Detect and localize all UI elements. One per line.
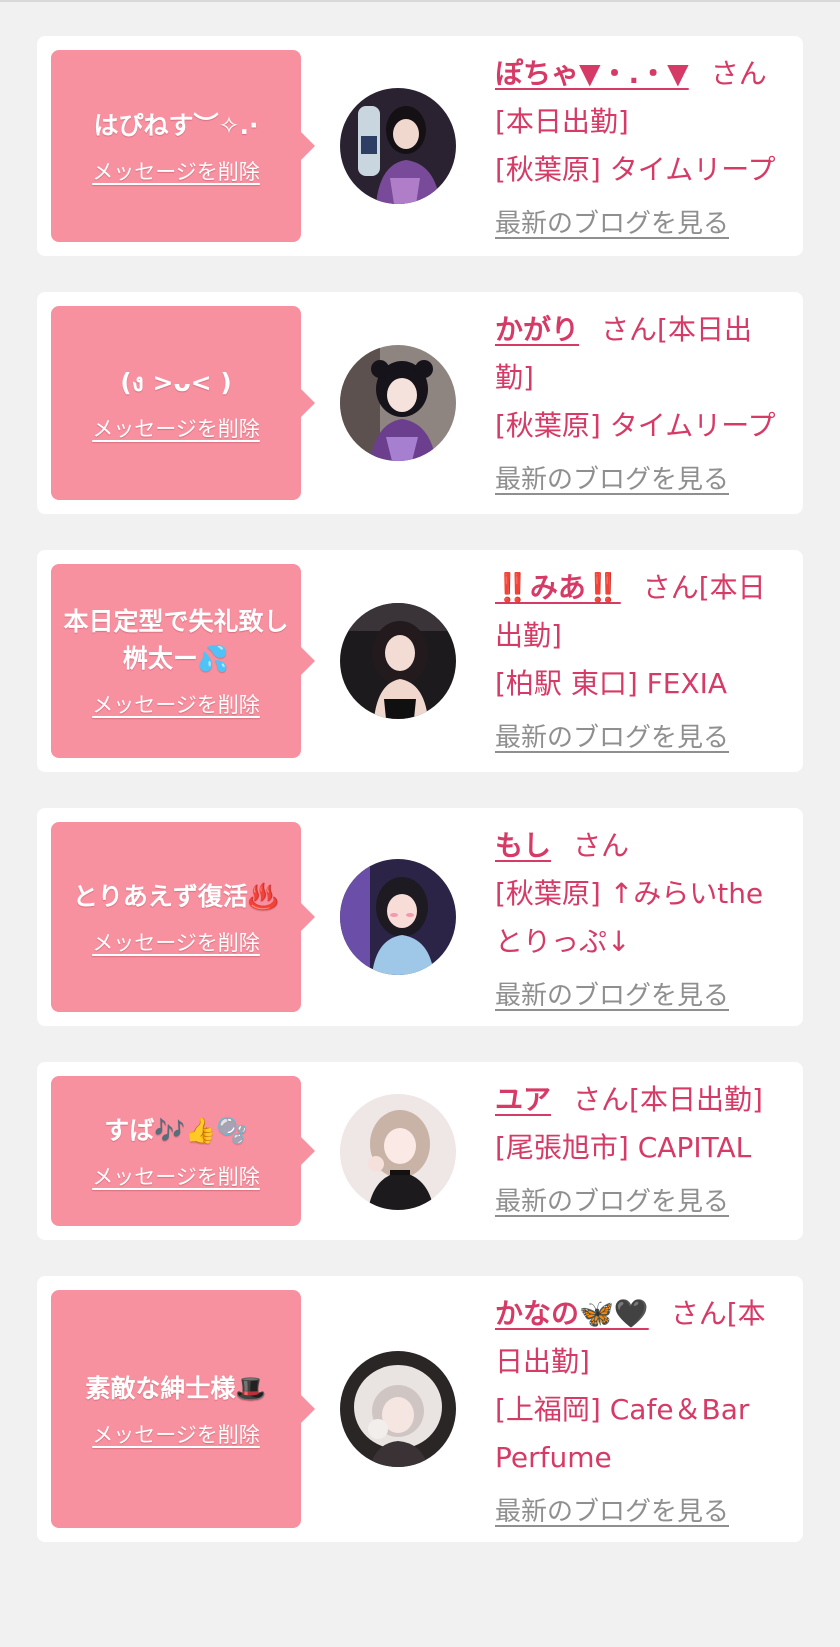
girl-info: もし さん [秋葉原] ↑みらいtheとりっぷ↓ 最新のブログを見る: [495, 822, 785, 1020]
honorific: さん: [573, 829, 630, 862]
message-text: すば🎶👍🫧: [104, 1115, 248, 1145]
message-bubble: (ง >ᴗ< ) メッセージを削除: [51, 306, 315, 500]
girl-name-link[interactable]: かなの🦋🖤: [495, 1297, 649, 1330]
shop-location: [柏駅 東口] FEXIA: [495, 667, 728, 700]
honorific: さん: [573, 1083, 630, 1116]
message-card: とりあえず復活♨️ メッセージを削除 もし さん [秋葉原] ↑みらいtheとりっ…: [37, 808, 803, 1026]
message-bubble: はぴねす︶✧.· メッセージを削除: [51, 50, 315, 242]
message-bubble: すば🎶👍🫧 メッセージを削除: [51, 1076, 315, 1226]
delete-message-link[interactable]: メッセージを削除: [92, 689, 260, 719]
shop-location: [秋葉原] ↑みらいtheとりっぷ↓: [495, 877, 764, 958]
attendance-status: [本日出勤]: [495, 105, 629, 138]
message-bubble: 素敵な紳士様🎩 メッセージを削除: [51, 1290, 315, 1528]
top-divider: [0, 0, 840, 2]
avatar[interactable]: [340, 88, 456, 204]
message-text: (ง >ᴗ< ): [120, 367, 232, 397]
message-bubble: 本日定型で失礼致し桝太ー💦 メッセージを削除: [51, 564, 315, 758]
avatar[interactable]: [340, 1094, 456, 1210]
attendance-status: [本日出勤]: [629, 1083, 763, 1116]
delete-message-link[interactable]: メッセージを削除: [92, 1419, 260, 1449]
honorific: さん: [710, 57, 767, 90]
delete-message-link[interactable]: メッセージを削除: [92, 156, 260, 186]
latest-blog-link[interactable]: 最新のブログを見る: [495, 200, 729, 248]
latest-blog-link[interactable]: 最新のブログを見る: [495, 714, 729, 762]
message-text: 本日定型で失礼致し桝太ー💦: [63, 607, 289, 673]
latest-blog-link[interactable]: 最新のブログを見る: [495, 972, 729, 1020]
message-card: 素敵な紳士様🎩 メッセージを削除 かなの🦋🖤 さん[本日出勤] [上福岡] Caf…: [37, 1276, 803, 1542]
girl-info: かなの🦋🖤 さん[本日出勤] [上福岡] Cafe＆Bar Perfume 最新の…: [495, 1290, 785, 1536]
girl-name-link[interactable]: ぽちゃ▼・.・▼: [495, 57, 689, 90]
honorific: さん: [670, 1297, 727, 1330]
avatar[interactable]: [340, 1351, 456, 1467]
girl-name-link[interactable]: ‼️みあ‼️: [495, 571, 621, 604]
girl-info: ‼️みあ‼️ さん[本日出勤] [柏駅 東口] FEXIA 最新のブログを見る: [495, 564, 785, 762]
latest-blog-link[interactable]: 最新のブログを見る: [495, 1488, 729, 1536]
message-card: (ง >ᴗ< ) メッセージを削除 かがり さん[本日出勤] [秋葉原] タイムリ…: [37, 292, 803, 514]
delete-message-link[interactable]: メッセージを削除: [92, 1161, 260, 1191]
honorific: さん: [601, 313, 658, 346]
message-card: はぴねす︶✧.· メッセージを削除 ぽちゃ▼・.・▼ さん [本日出勤] [秋葉原…: [37, 36, 803, 256]
message-text: とりあえず復活♨️: [72, 881, 280, 911]
avatar[interactable]: [340, 345, 456, 461]
shop-location: [尾張旭市] CAPITAL: [495, 1131, 752, 1164]
message-card: すば🎶👍🫧 メッセージを削除 ユア さん[本日出勤] [尾張旭市] CAPITAL…: [37, 1062, 803, 1240]
shop-location: [秋葉原] タイムリープ: [495, 409, 776, 442]
honorific: さん: [642, 571, 699, 604]
shop-location: [上福岡] Cafe＆Bar Perfume: [495, 1393, 750, 1474]
avatar[interactable]: [340, 603, 456, 719]
girl-name-link[interactable]: もし: [495, 829, 551, 862]
latest-blog-link[interactable]: 最新のブログを見る: [495, 456, 729, 504]
girl-name-link[interactable]: ユア: [495, 1083, 551, 1116]
shop-location: [秋葉原] タイムリープ: [495, 153, 776, 186]
girl-info: かがり さん[本日出勤] [秋葉原] タイムリープ 最新のブログを見る: [495, 306, 785, 504]
girl-name-link[interactable]: かがり: [495, 313, 579, 346]
delete-message-link[interactable]: メッセージを削除: [92, 413, 260, 443]
girl-info: ぽちゃ▼・.・▼ さん [本日出勤] [秋葉原] タイムリープ 最新のブログを見る: [495, 50, 785, 248]
girl-info: ユア さん[本日出勤] [尾張旭市] CAPITAL 最新のブログを見る: [495, 1076, 785, 1226]
message-card: 本日定型で失礼致し桝太ー💦 メッセージを削除 ‼️みあ‼️ さん[本日出勤] [柏…: [37, 550, 803, 772]
avatar[interactable]: [340, 859, 456, 975]
message-text: はぴねす︶✧.·: [93, 110, 259, 140]
latest-blog-link[interactable]: 最新のブログを見る: [495, 1178, 729, 1226]
message-bubble: とりあえず復活♨️ メッセージを削除: [51, 822, 315, 1012]
message-text: 素敵な紳士様🎩: [85, 1373, 267, 1403]
delete-message-link[interactable]: メッセージを削除: [92, 927, 260, 957]
